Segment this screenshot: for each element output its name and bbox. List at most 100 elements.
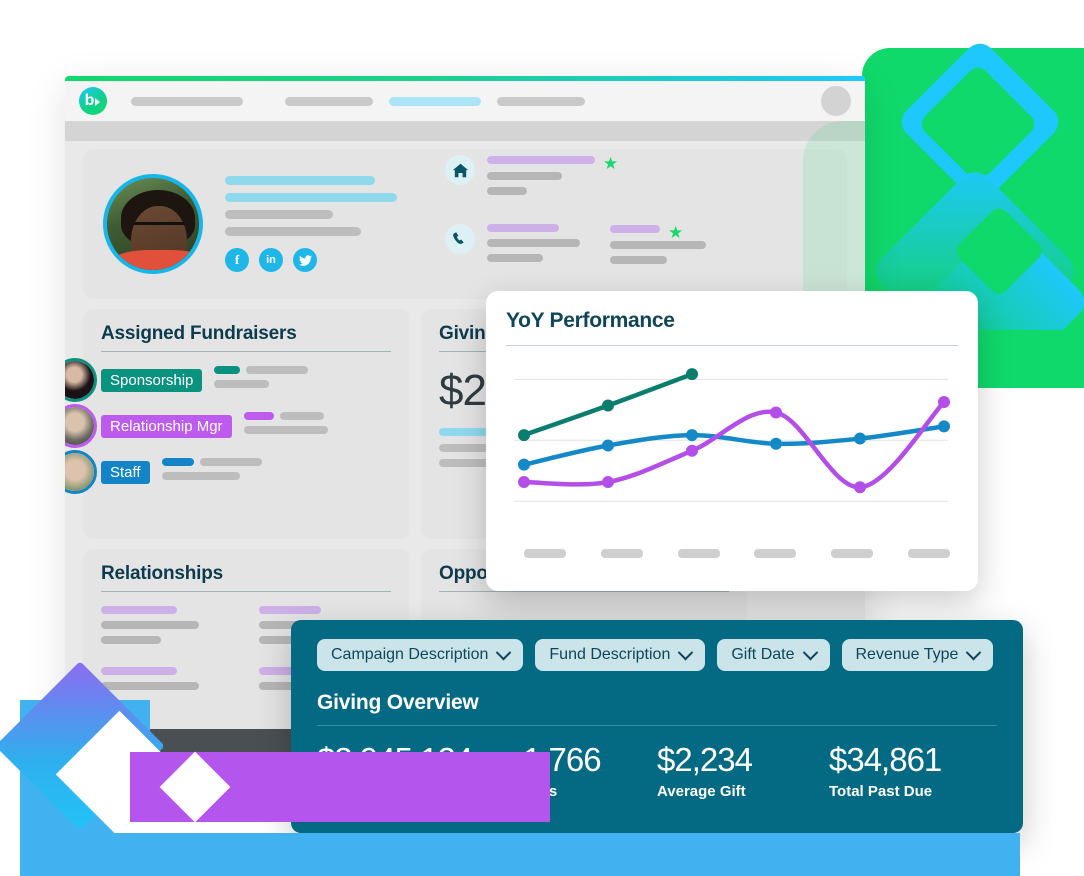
chart-point-s2-3[interactable] xyxy=(770,437,782,450)
fundraiser-placeholder-bars xyxy=(243,412,328,440)
card-divider xyxy=(101,591,391,592)
filter-dropdown-row: Campaign Description Fund Description Gift… xyxy=(317,639,997,671)
fundraiser-row-staff: Staff xyxy=(65,450,391,494)
chart-point-s2-1[interactable] xyxy=(602,439,614,452)
fundraiser-avatar-2[interactable] xyxy=(65,404,97,448)
fundraiser-avatar-3[interactable] xyxy=(65,450,97,494)
primary-star-icon: ★ xyxy=(603,154,619,173)
profile-detail-placeholder-2 xyxy=(225,227,361,236)
card-title: Relationships xyxy=(101,563,223,584)
fundraiser-avatar-1[interactable] xyxy=(65,358,97,402)
stat-label: Total Past Due xyxy=(829,783,933,801)
window-toolbar: b xyxy=(65,81,865,121)
rel-line-body xyxy=(101,621,199,629)
fundraiser-row-sponsorship: Sponsorship xyxy=(65,358,391,402)
stat-total-past-due: $34,861 Total Past Due xyxy=(829,741,989,801)
chart-point-s1-1[interactable] xyxy=(602,399,614,412)
chart-point-s3-5[interactable] xyxy=(938,396,950,409)
filter-dropdown-2[interactable]: Gift Date xyxy=(717,639,830,671)
filter-label: Gift Date xyxy=(731,646,795,663)
filter-dropdown-0[interactable]: Campaign Description xyxy=(317,639,524,671)
stat-value: $34,861 xyxy=(829,741,942,778)
card-divider xyxy=(439,591,729,592)
fundraiser-row-relationship-mgr: Relationship Mgr xyxy=(65,404,391,448)
card-divider xyxy=(101,351,391,352)
home-icon xyxy=(445,155,475,185)
chart-point-s2-2[interactable] xyxy=(686,429,698,442)
stat-value: $2,234 xyxy=(657,741,753,778)
blackbaud-logo-icon[interactable]: b xyxy=(79,87,107,115)
home-address-column: ★ xyxy=(487,155,618,202)
avatar-image xyxy=(65,453,94,491)
chart-point-s2-5[interactable] xyxy=(938,420,950,433)
x-tick-4 xyxy=(831,549,874,558)
panel-subtitle: Giving Overview xyxy=(317,691,479,714)
rel-line-body-2 xyxy=(101,636,161,644)
chart-point-s3-3[interactable] xyxy=(770,406,782,419)
chart-title: YoY Performance xyxy=(506,309,675,332)
yoy-line-chart xyxy=(514,368,950,502)
contact-row-phone: ★ xyxy=(445,224,706,271)
bar-gray xyxy=(246,366,309,374)
logo-triangle-icon xyxy=(95,98,101,106)
twitter-icon[interactable] xyxy=(293,248,317,272)
chart-point-s3-1[interactable] xyxy=(602,476,614,489)
panel-divider xyxy=(317,725,997,726)
chart-point-s1-0[interactable] xyxy=(518,429,530,442)
bar-accent xyxy=(161,458,194,466)
chevron-down-icon xyxy=(966,644,982,660)
profile-text-placeholders: f in xyxy=(225,176,397,272)
assigned-fundraisers-card: Assigned Fundraisers Sponsorship Relatio… xyxy=(65,309,409,539)
phone-line-3 xyxy=(487,254,543,262)
phone2-line-primary xyxy=(610,225,660,233)
chart-point-s3-2[interactable] xyxy=(686,444,698,457)
chart-line-2 xyxy=(521,424,947,467)
fundraiser-placeholder-bars xyxy=(161,458,262,486)
nav-placeholder-4[interactable] xyxy=(497,96,585,106)
fundraiser-placeholder-bars xyxy=(214,366,309,394)
nav-placeholder-2[interactable] xyxy=(285,96,373,106)
filter-dropdown-3[interactable]: Revenue Type xyxy=(841,639,994,671)
bar-accent xyxy=(243,412,274,420)
fundraiser-tag: Sponsorship xyxy=(101,368,203,392)
phone-glyph-icon xyxy=(453,232,464,245)
filter-label: Revenue Type xyxy=(855,646,959,663)
chevron-down-icon xyxy=(802,644,818,660)
avatar-image xyxy=(65,407,94,445)
x-tick-3 xyxy=(754,549,797,558)
chart-point-s2-4[interactable] xyxy=(854,432,866,445)
profile-detail-placeholder-1 xyxy=(225,210,333,219)
logo-letter: b xyxy=(84,92,95,109)
facebook-icon[interactable]: f xyxy=(225,248,249,272)
primary-star-icon-2: ★ xyxy=(668,223,684,242)
photo-glasses xyxy=(133,222,185,234)
chart-point-s2-0[interactable] xyxy=(518,458,530,471)
profile-name-placeholder xyxy=(225,176,375,185)
phone-column-2: ★ xyxy=(610,224,706,271)
avatar-image xyxy=(65,361,94,399)
linkedin-icon[interactable]: in xyxy=(259,248,283,272)
user-avatar-button[interactable] xyxy=(821,86,851,116)
relationships-col-1 xyxy=(101,606,233,697)
bar-gray xyxy=(199,458,262,466)
nav-placeholder-1[interactable] xyxy=(131,96,243,106)
home-glyph-icon xyxy=(452,163,468,177)
filter-label: Fund Description xyxy=(549,646,671,663)
nav-placeholder-3[interactable] xyxy=(389,96,481,106)
chart-point-s3-4[interactable] xyxy=(854,481,866,494)
home-line-2 xyxy=(487,172,562,180)
fundraiser-tag: Staff xyxy=(101,460,150,484)
chevron-down-icon xyxy=(496,644,512,660)
home-line-primary xyxy=(487,156,595,164)
rel-line-head-2 xyxy=(101,667,177,675)
chevron-down-icon xyxy=(678,644,694,660)
chart-divider xyxy=(506,345,958,346)
phone-line-primary xyxy=(487,224,559,232)
filter-dropdown-1[interactable]: Fund Description xyxy=(535,639,706,671)
card-title: Assigned Fundraisers xyxy=(101,323,297,344)
screenshot-stage: b f in ★ ★ Assigned Fundraisers Sponsors… xyxy=(0,0,1084,876)
phone2-line-3 xyxy=(610,256,667,264)
fundraiser-tag: Relationship Mgr xyxy=(101,414,232,438)
chart-point-s1-2[interactable] xyxy=(686,368,698,381)
chart-point-s3-0[interactable] xyxy=(518,476,530,489)
